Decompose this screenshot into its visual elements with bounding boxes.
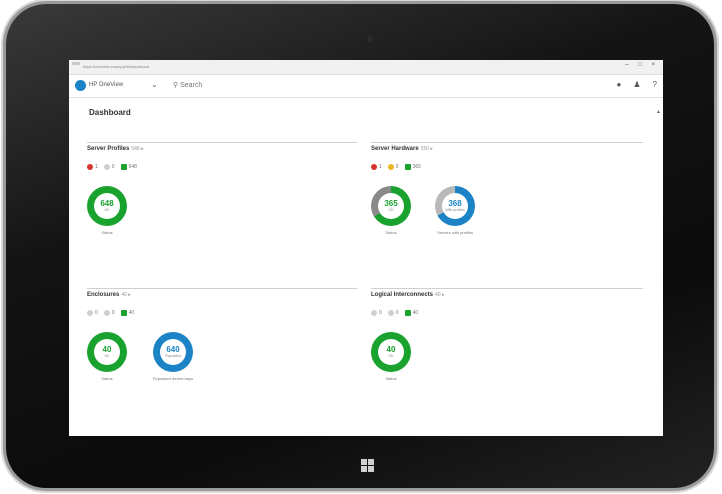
page-title: Dashboard bbox=[89, 108, 131, 117]
ok-icon bbox=[404, 164, 411, 170]
panel-enclosures: Enclosures 40 ▸ 0 0 40 40 OK Status 640 Pop… bbox=[87, 288, 357, 408]
panel-divider bbox=[87, 288, 357, 289]
chevron-down-icon[interactable]: ⌄ bbox=[151, 80, 158, 89]
panel-title[interactable]: Enclosures 40 ▸ bbox=[87, 292, 131, 298]
search-placeholder: Search bbox=[180, 82, 203, 89]
panel-count[interactable]: 40 ▸ bbox=[435, 292, 444, 298]
panel-divider bbox=[371, 288, 643, 289]
warning-icon bbox=[387, 310, 394, 316]
panel-logical-interconnects: Logical Interconnects 40 ▸ 0 0 40 40 OK St… bbox=[371, 288, 643, 408]
status-donut[interactable]: 40 OK bbox=[87, 332, 127, 372]
address-bar[interactable]: https://oneview.example/#/dashboard bbox=[83, 64, 149, 69]
status-critical[interactable]: 1 bbox=[87, 164, 98, 170]
scroll-up-arrow[interactable]: ▲ bbox=[656, 109, 661, 115]
populated-donut[interactable]: 640 Populated bbox=[153, 332, 193, 372]
donut-label: Status bbox=[385, 376, 397, 381]
warning-icon bbox=[103, 310, 110, 316]
panel-server-profiles: Server Profiles 648 ▸ 1 0 648 648 OK Statu… bbox=[87, 142, 357, 262]
donut-label: Status bbox=[385, 230, 397, 235]
status-row: 0 0 40 bbox=[87, 310, 134, 316]
critical-icon bbox=[371, 164, 377, 170]
window-controls[interactable]: – □ × bbox=[625, 62, 659, 68]
warning-icon bbox=[103, 164, 110, 170]
status-ok[interactable]: 648 bbox=[120, 164, 137, 170]
panel-count[interactable]: 40 ▸ bbox=[121, 292, 130, 298]
status-donut[interactable]: 648 OK bbox=[87, 186, 127, 226]
browser-bar: https://oneview.example/#/dashboard – □ … bbox=[69, 60, 663, 75]
ok-icon bbox=[404, 310, 411, 316]
critical-icon bbox=[87, 164, 93, 170]
ok-icon bbox=[120, 310, 127, 316]
hp-logo-icon bbox=[75, 80, 86, 91]
status-ok[interactable]: 40 bbox=[120, 310, 134, 316]
panel-title[interactable]: Server Hardware 550 ▸ bbox=[371, 146, 433, 152]
status-row: 0 0 40 bbox=[371, 310, 418, 316]
search-input[interactable]: ⚲ Search bbox=[173, 81, 202, 89]
status-warning[interactable]: 0 bbox=[387, 310, 399, 316]
windows-home-button[interactable] bbox=[361, 459, 375, 473]
app-name[interactable]: HP OneView bbox=[89, 82, 123, 88]
panel-title[interactable]: Logical Interconnects 40 ▸ bbox=[371, 292, 444, 298]
panel-count[interactable]: 550 ▸ bbox=[421, 146, 433, 152]
panel-divider bbox=[87, 142, 357, 143]
tablet-screen: https://oneview.example/#/dashboard – □ … bbox=[69, 60, 663, 436]
ok-icon bbox=[120, 164, 127, 170]
panel-divider bbox=[371, 142, 643, 143]
status-row: 1 0 648 bbox=[87, 164, 137, 170]
warning-icon bbox=[387, 164, 394, 170]
donut-label: Servers with profiles bbox=[436, 230, 473, 235]
critical-icon bbox=[371, 310, 377, 316]
app-header: HP OneView ⌄ ⚲ Search ● ♟ ? bbox=[69, 75, 663, 98]
status-critical[interactable]: 0 bbox=[87, 310, 98, 316]
donut-label: Populated device bays bbox=[152, 376, 194, 381]
search-icon: ⚲ bbox=[173, 82, 179, 89]
front-camera bbox=[367, 36, 373, 42]
status-row: 1 0 365 bbox=[371, 164, 421, 170]
profiles-donut[interactable]: 368 With profiles bbox=[435, 186, 475, 226]
status-warning[interactable]: 0 bbox=[103, 164, 115, 170]
status-warning[interactable]: 0 bbox=[387, 164, 399, 170]
user-icon[interactable]: ♟ bbox=[633, 80, 640, 89]
donut-label: Status bbox=[101, 230, 113, 235]
critical-icon bbox=[87, 310, 93, 316]
panel-title[interactable]: Server Profiles 648 ▸ bbox=[87, 146, 144, 152]
status-critical[interactable]: 0 bbox=[371, 310, 382, 316]
panel-server-hardware: Server Hardware 550 ▸ 1 0 365 365 OK Statu… bbox=[371, 142, 643, 262]
status-warning[interactable]: 0 bbox=[103, 310, 115, 316]
status-ok[interactable]: 365 bbox=[404, 164, 421, 170]
activity-icon[interactable]: ● bbox=[617, 80, 622, 89]
status-ok[interactable]: 40 bbox=[404, 310, 418, 316]
browser-tab[interactable] bbox=[72, 62, 80, 65]
donut-label: Status bbox=[101, 376, 113, 381]
help-icon[interactable]: ? bbox=[653, 80, 657, 89]
status-critical[interactable]: 1 bbox=[371, 164, 382, 170]
status-donut[interactable]: 40 OK bbox=[371, 332, 411, 372]
status-donut[interactable]: 365 OK bbox=[371, 186, 411, 226]
panel-count[interactable]: 648 ▸ bbox=[131, 146, 143, 152]
